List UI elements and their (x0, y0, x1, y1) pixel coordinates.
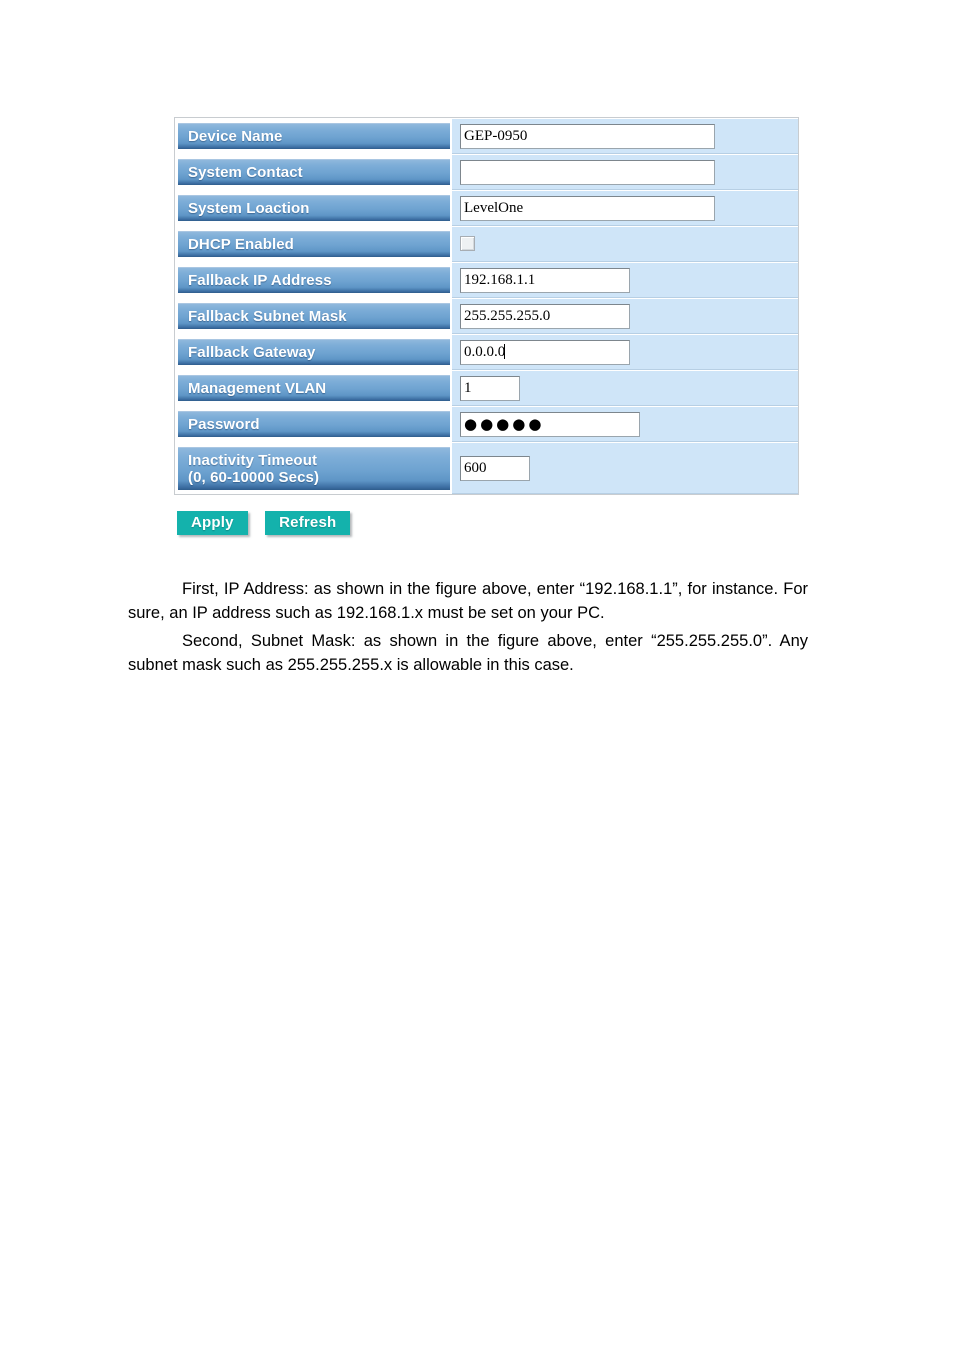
table-row: System Loaction LevelOne (175, 190, 798, 226)
table-row: Fallback IP Address 192.168.1.1 (175, 262, 798, 298)
refresh-button[interactable]: Refresh (265, 511, 351, 535)
label-text: System Contact (188, 164, 303, 181)
row-value-fallback-ip-address: 192.168.1.1 (452, 262, 798, 298)
table-row: Password ●●●●● (175, 406, 798, 442)
row-value-fallback-subnet-mask: 255.255.255.0 (452, 298, 798, 334)
fallback-subnet-mask-input[interactable]: 255.255.255.0 (460, 303, 630, 329)
fallback-gateway-input[interactable]: 0.0.0.0 (460, 339, 630, 365)
row-value-system-location: LevelOne (452, 190, 798, 226)
row-label-fallback-gateway: Fallback Gateway (175, 334, 452, 370)
inactivity-timeout-input[interactable]: 600 (460, 455, 530, 481)
settings-table: Device Name GEP-0950 System Contact Syst… (175, 118, 798, 494)
label-text: DHCP Enabled (188, 236, 294, 253)
label-text: Device Name (188, 128, 283, 145)
row-value-dhcp-enabled (452, 226, 798, 262)
text-cursor (504, 343, 506, 359)
row-label-inactivity-timeout: Inactivity Timeout (0, 60-10000 Secs) (175, 442, 452, 494)
table-row: Fallback Subnet Mask 255.255.255.0 (175, 298, 798, 334)
table-row: System Contact (175, 154, 798, 190)
row-value-system-contact (452, 154, 798, 190)
label-text: System Loaction (188, 200, 310, 217)
label-text: Fallback Subnet Mask (188, 308, 347, 325)
row-value-fallback-gateway: 0.0.0.0 (452, 334, 798, 370)
fallback-gateway-value: 0.0.0.0 (464, 343, 506, 360)
device-name-input[interactable]: GEP-0950 (460, 123, 715, 149)
row-label-fallback-subnet-mask: Fallback Subnet Mask (175, 298, 452, 334)
row-label-fallback-ip-address: Fallback IP Address (175, 262, 452, 298)
fallback-ip-address-input[interactable]: 192.168.1.1 (460, 267, 630, 293)
row-label-system-contact: System Contact (175, 154, 452, 190)
password-input[interactable]: ●●●●● (460, 411, 640, 437)
row-value-inactivity-timeout: 600 (452, 442, 798, 494)
system-contact-input[interactable] (460, 159, 715, 185)
label-text-secondary: (0, 60-10000 Secs) (188, 468, 320, 486)
system-location-input[interactable]: LevelOne (460, 195, 715, 221)
row-value-management-vlan: 1 (452, 370, 798, 406)
row-value-password: ●●●●● (452, 406, 798, 442)
row-value-device-name: GEP-0950 (452, 118, 798, 154)
table-row: Management VLAN 1 (175, 370, 798, 406)
apply-button[interactable]: Apply (177, 511, 248, 535)
label-text: Fallback Gateway (188, 344, 316, 361)
table-row: Device Name GEP-0950 (175, 118, 798, 154)
paragraph-subnet-mask: Second, Subnet Mask: as shown in the fig… (128, 631, 808, 674)
management-vlan-input[interactable]: 1 (460, 375, 520, 401)
label-text: Management VLAN (188, 380, 327, 397)
row-label-dhcp-enabled: DHCP Enabled (175, 226, 452, 262)
paragraph-ip-address: First, IP Address: as shown in the figur… (128, 579, 808, 622)
row-label-device-name: Device Name (175, 118, 452, 154)
settings-table-body: Device Name GEP-0950 System Contact Syst… (175, 118, 798, 494)
label-text: Password (188, 416, 260, 433)
row-label-management-vlan: Management VLAN (175, 370, 452, 406)
label-text: Fallback IP Address (188, 272, 332, 289)
dhcp-enabled-checkbox[interactable] (460, 236, 475, 252)
device-settings-figure: Device Name GEP-0950 System Contact Syst… (174, 117, 799, 495)
table-row: DHCP Enabled (175, 226, 798, 262)
table-row: Fallback Gateway 0.0.0.0 (175, 334, 798, 370)
row-label-system-location: System Loaction (175, 190, 452, 226)
row-label-password: Password (175, 406, 452, 442)
table-row: Inactivity Timeout (0, 60-10000 Secs) 60… (175, 442, 798, 494)
figure-button-bar: Apply Refresh (177, 511, 351, 535)
label-text: Inactivity Timeout (188, 451, 318, 469)
